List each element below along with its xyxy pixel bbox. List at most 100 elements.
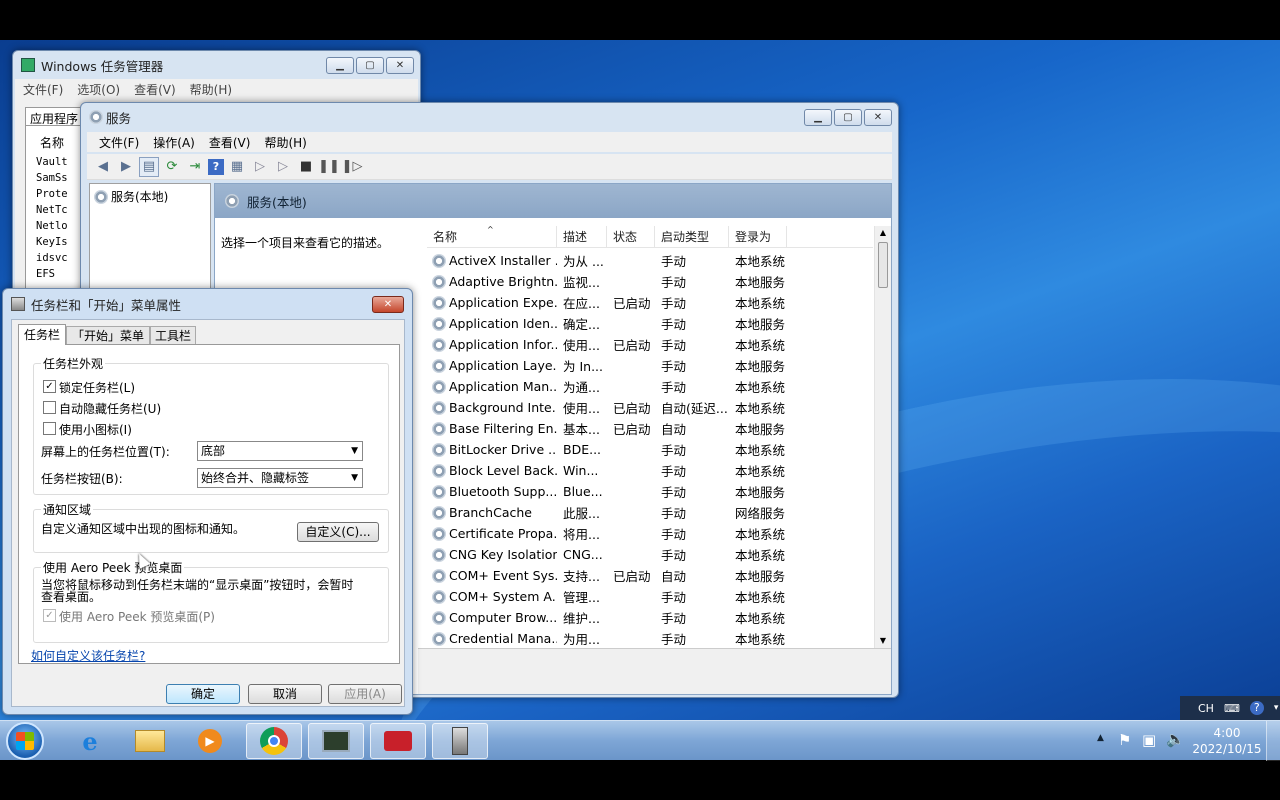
maximize-button[interactable]: ▢ — [834, 109, 862, 126]
menu-action[interactable]: 操作(A) — [153, 134, 195, 151]
close-button[interactable]: ✕ — [372, 296, 404, 313]
service-row[interactable]: Credential Mana... 为用... 手动 本地系统 — [427, 628, 787, 649]
stop-service-icon[interactable]: ■ — [296, 157, 316, 177]
close-button[interactable]: ✕ — [864, 109, 892, 126]
action-center-flag-icon[interactable]: ⚑ — [1118, 731, 1131, 749]
position-select[interactable]: 底部 — [197, 441, 363, 461]
scroll-up-arrow-icon[interactable]: ▲ — [875, 226, 891, 240]
task-list-item[interactable]: SamSs — [36, 170, 68, 186]
service-row[interactable]: Base Filtering En... 基本... 已启动 自动 本地服务 — [427, 418, 787, 439]
service-row[interactable]: COM+ System A... 管理... 手动 本地系统 — [427, 586, 787, 607]
help-link[interactable]: 如何自定义该任务栏? — [31, 647, 145, 664]
menu-options[interactable]: 选项(O) — [77, 81, 120, 98]
network-icon[interactable]: ▣ — [1142, 731, 1156, 749]
service-row[interactable]: Application Iden... 确定... 手动 本地服务 — [427, 313, 787, 334]
show-desktop-button[interactable] — [1266, 721, 1280, 761]
show-hidden-icons-button[interactable]: ▲ — [1097, 733, 1104, 743]
language-bar-options-icon[interactable]: ▾ — [1274, 703, 1279, 713]
menu-help[interactable]: 帮助(H) — [190, 81, 232, 98]
column-header-description[interactable]: 描述 — [557, 226, 607, 247]
minimize-button[interactable]: ▁ — [326, 57, 354, 74]
task-list-item[interactable]: KeyIs — [36, 234, 68, 250]
properties-icon[interactable]: ▦ — [227, 157, 247, 177]
customize-button[interactable]: 自定义(C)... — [297, 522, 379, 542]
service-row[interactable]: CNG Key Isolation CNG... 手动 本地系统 — [427, 544, 787, 565]
volume-icon[interactable]: 🔈 — [1166, 730, 1185, 748]
restart-service-icon[interactable]: ❚▷ — [342, 157, 363, 177]
apply-button[interactable]: 应用(A) — [328, 684, 402, 704]
refresh-icon[interactable]: ⟳ — [162, 157, 182, 177]
ie-button[interactable]: e — [62, 723, 118, 759]
task-list-item[interactable]: idsvc — [36, 250, 68, 266]
task-list-item[interactable]: Prote — [36, 186, 68, 202]
service-row[interactable]: Adaptive Brightn... 监视... 手动 本地服务 — [427, 271, 787, 292]
menu-file[interactable]: 文件(F) — [99, 134, 139, 151]
menu-view[interactable]: 查看(V) — [134, 81, 176, 98]
dialog-titlebar[interactable]: 任务栏和「开始」菜单属性 — [3, 289, 412, 319]
taskbar-properties-dialog[interactable]: 任务栏和「开始」菜单属性 ✕ 任务栏 「开始」菜单 工具栏 任务栏外观 ✓ 锁定… — [2, 288, 413, 715]
column-header-log-on-as[interactable]: 登录为 — [729, 226, 787, 247]
service-row[interactable]: Application Infor... 使用... 已启动 手动 本地系统 — [427, 334, 787, 355]
help-icon[interactable]: ? — [1249, 701, 1264, 715]
buttons-select[interactable]: 始终合并、隐藏标签 — [197, 468, 363, 488]
service-row[interactable]: BranchCache 此服... 手动 网络服务 — [427, 502, 787, 523]
cancel-button[interactable]: 取消 — [248, 684, 322, 704]
chrome-button[interactable] — [246, 723, 302, 759]
task-list-item[interactable]: Netlo — [36, 218, 68, 234]
task-list-item[interactable]: NetTc — [36, 202, 68, 218]
aero-peek-checkbox[interactable]: ✓ — [43, 609, 56, 622]
start-button[interactable] — [6, 722, 44, 760]
scroll-thumb[interactable] — [878, 242, 888, 288]
close-button[interactable]: ✕ — [386, 57, 414, 74]
keyboard-icon[interactable]: ⌨ — [1224, 702, 1240, 715]
explorer-button[interactable] — [122, 723, 178, 759]
menu-view[interactable]: 查看(V) — [209, 134, 251, 151]
vertical-scrollbar[interactable]: ▲ ▼ — [874, 226, 891, 648]
services-button[interactable] — [432, 723, 488, 759]
service-row[interactable]: Certificate Propa... 将用... 手动 本地系统 — [427, 523, 787, 544]
menu-file[interactable]: 文件(F) — [23, 81, 63, 98]
show-tree-icon[interactable]: ▤ — [139, 156, 159, 177]
tab-toolbars[interactable]: 工具栏 — [150, 326, 196, 345]
task-list-item[interactable]: Vault — [36, 154, 68, 170]
pause-service-icon[interactable]: ❚❚ — [318, 157, 340, 177]
toolbox-button[interactable] — [370, 723, 426, 759]
service-row[interactable]: Application Man... 为通... 手动 本地系统 — [427, 376, 787, 397]
service-row[interactable]: ActiveX Installer ... 为从 ... 手动 本地系统 — [427, 250, 787, 271]
service-row[interactable]: BitLocker Drive ... BDE... 手动 本地系统 — [427, 439, 787, 460]
column-header-name[interactable]: 名称 ^ — [427, 225, 557, 247]
scroll-down-arrow-icon[interactable]: ▼ — [875, 634, 891, 648]
help-icon[interactable]: ? — [208, 158, 224, 175]
tree-item-services-local[interactable]: 服务(本地) — [94, 188, 168, 205]
service-row[interactable]: Block Level Back... Win... 手动 本地系统 — [427, 460, 787, 481]
service-row[interactable]: Background Inte... 使用... 已启动 自动(延迟... 本地系统 — [427, 397, 787, 418]
start-service-icon[interactable]: ▷ — [250, 157, 270, 177]
media-player-button[interactable]: ▶ — [182, 723, 238, 759]
ok-button[interactable]: 确定 — [166, 684, 240, 704]
forward-arrow-icon[interactable]: ▶ — [116, 157, 136, 177]
service-row[interactable]: Bluetooth Supp... Blue... 手动 本地服务 — [427, 481, 787, 502]
service-row[interactable]: Application Laye... 为 In... 手动 本地服务 — [427, 355, 787, 376]
language-indicator[interactable]: CH — [1198, 702, 1214, 715]
small-icons-checkbox[interactable] — [43, 422, 56, 435]
task-list-item[interactable]: EFS — [36, 266, 68, 282]
service-row[interactable]: COM+ Event Sys... 支持... 已启动 自动 本地服务 — [427, 565, 787, 586]
services-titlebar[interactable]: 服务 — [81, 103, 898, 131]
column-header-status[interactable]: 状态 — [607, 226, 655, 247]
maximize-button[interactable]: ▢ — [356, 57, 384, 74]
back-arrow-icon[interactable]: ◀ — [93, 157, 113, 177]
menu-help[interactable]: 帮助(H) — [264, 134, 306, 151]
column-header-startup-type[interactable]: 启动类型 — [655, 226, 729, 247]
clock[interactable]: 4:00 2022/10/15 — [1190, 725, 1264, 757]
service-row[interactable]: Computer Brow... 维护... 手动 本地系统 — [427, 607, 787, 628]
task-manager-button[interactable] — [308, 723, 364, 759]
export-list-icon[interactable]: ⇥ — [185, 157, 205, 177]
tab-start-menu[interactable]: 「开始」菜单 — [66, 326, 150, 345]
autohide-checkbox[interactable] — [43, 401, 56, 414]
start-service-alt-icon[interactable]: ▷ — [273, 157, 293, 177]
column-name[interactable]: 名称 — [40, 134, 64, 151]
tab-taskbar[interactable]: 任务栏 — [18, 324, 66, 345]
language-bar[interactable]: CH ⌨ ? ▾ — [1180, 696, 1280, 720]
minimize-button[interactable]: ▁ — [804, 109, 832, 126]
lock-taskbar-checkbox[interactable]: ✓ — [43, 380, 56, 393]
